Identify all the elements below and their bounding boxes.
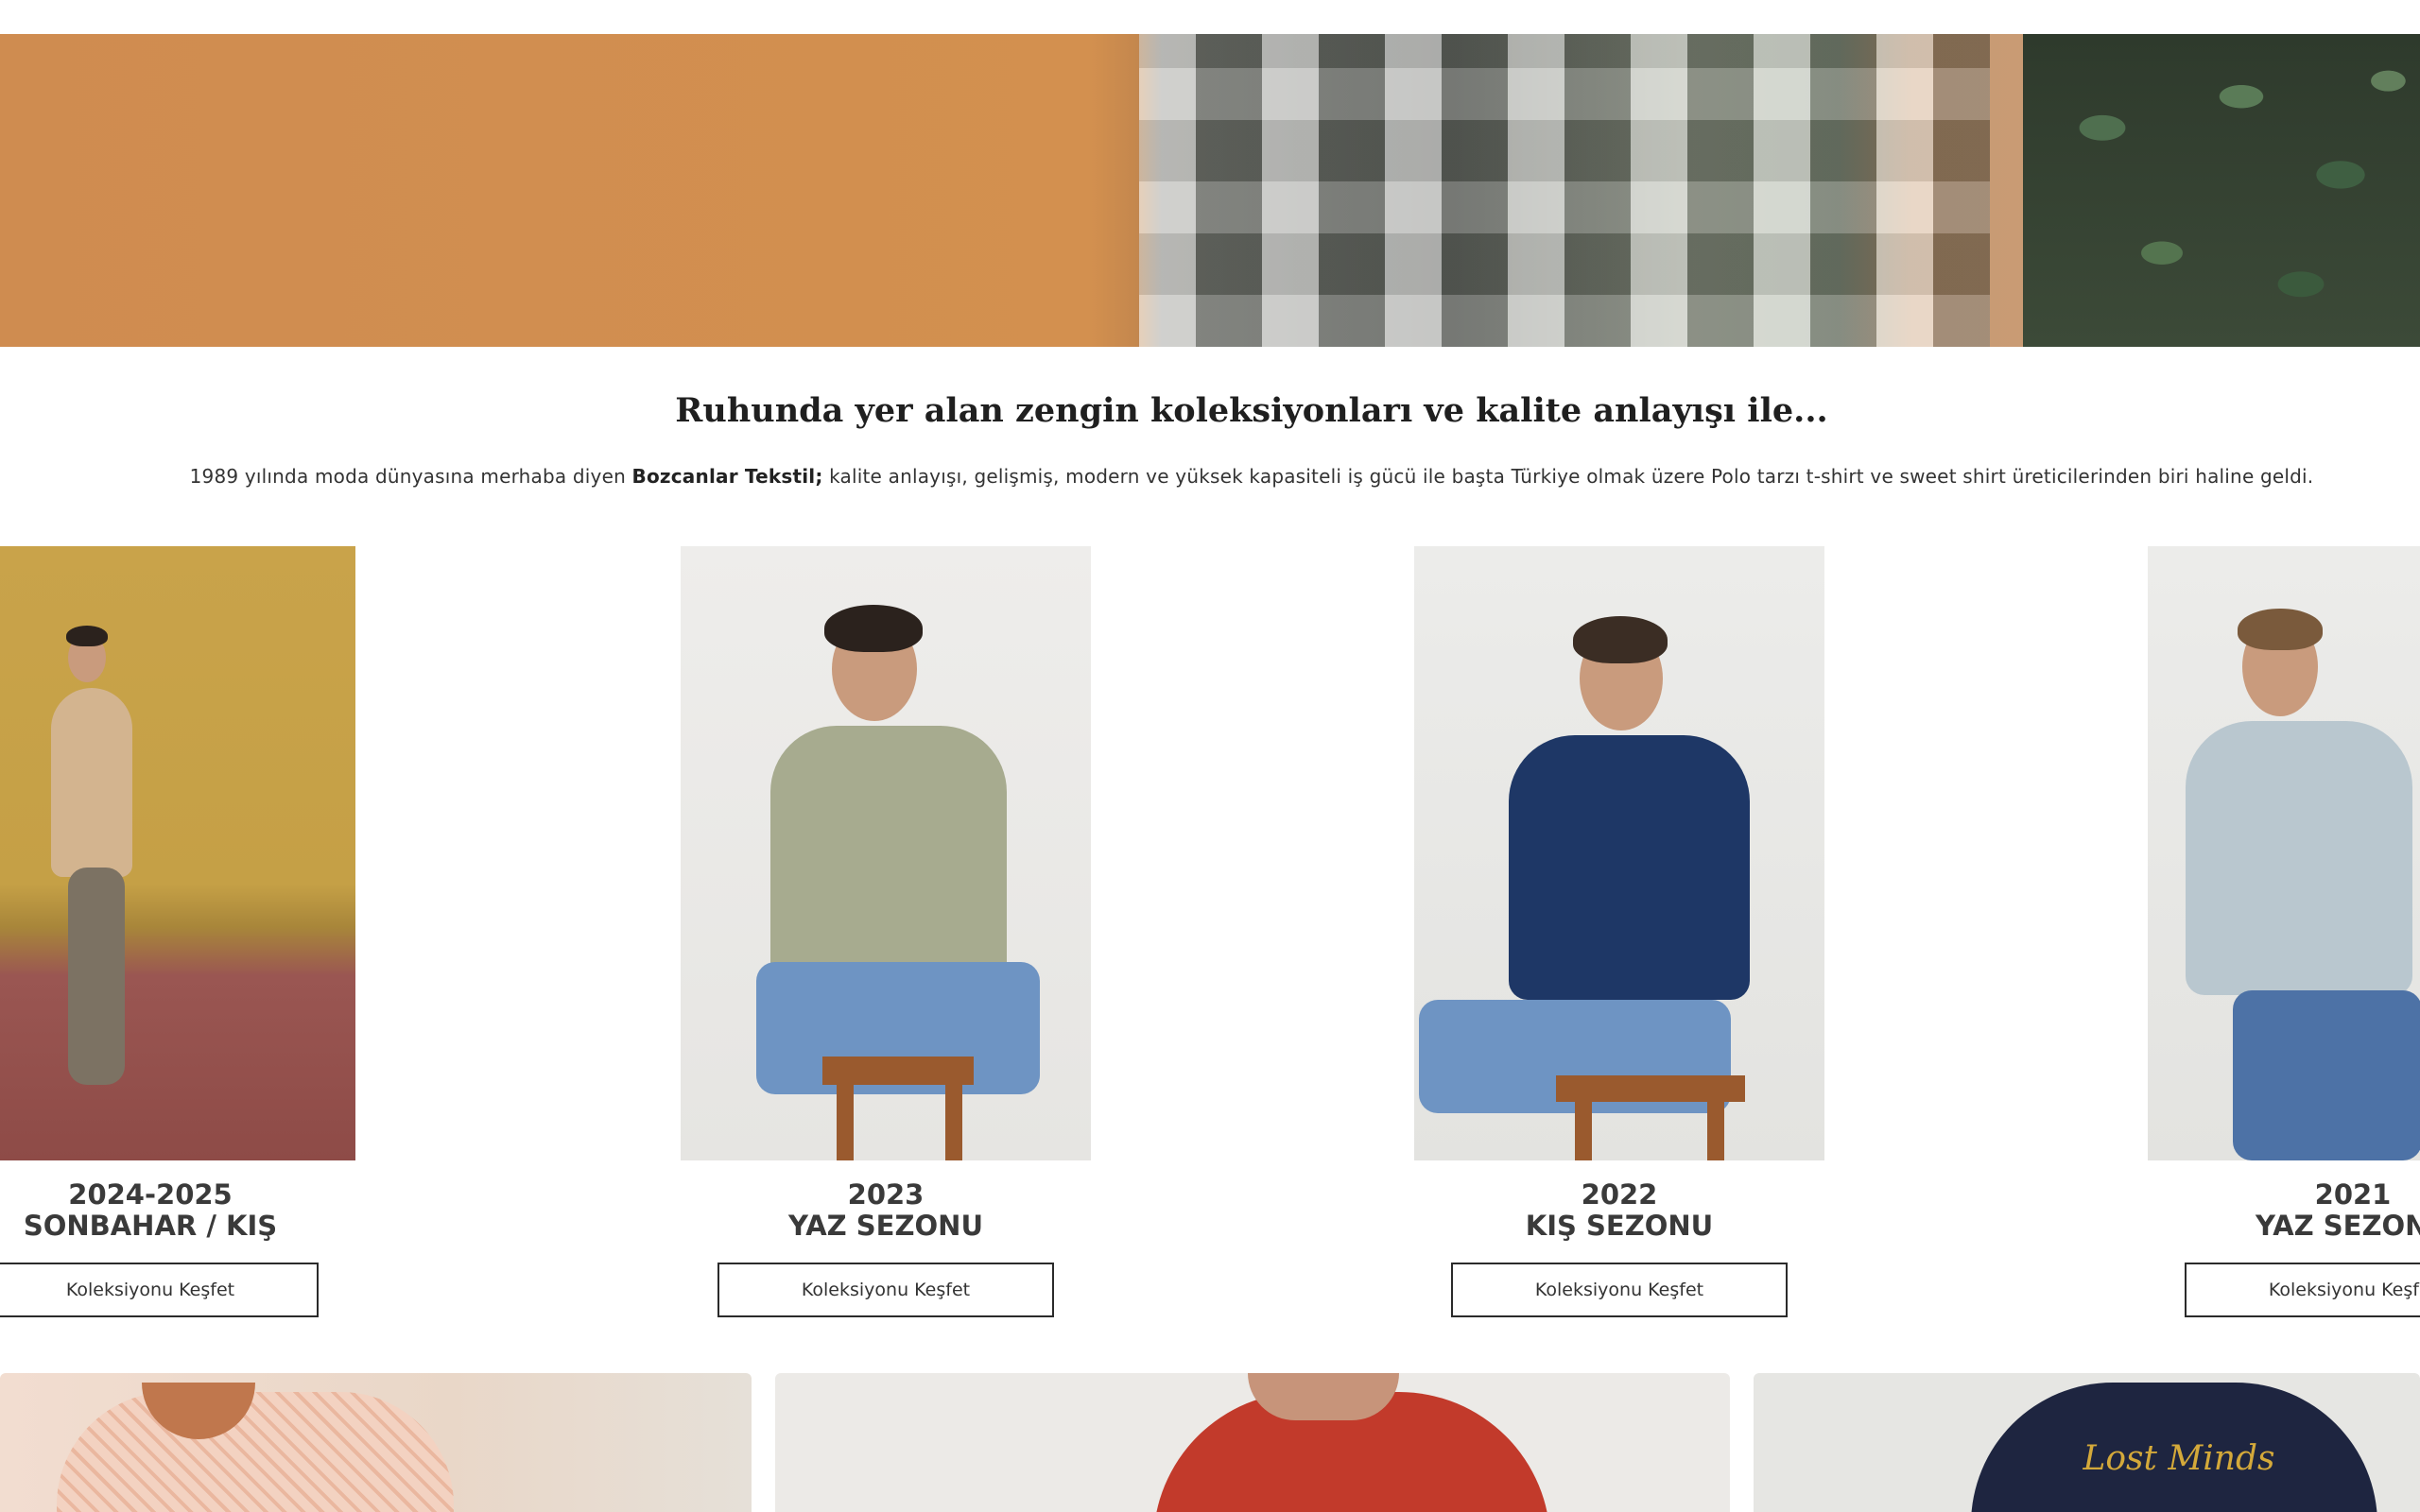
- collection-year: 2021: [2314, 1178, 2392, 1211]
- featured-tile-1[interactable]: [0, 1373, 752, 1512]
- collection-season: SONBAHAR / KIŞ: [23, 1210, 278, 1242]
- intro-text-end: kalite anlayışı, gelişmiş, modern ve yük…: [822, 465, 2314, 488]
- featured-tile-2[interactable]: [775, 1373, 1730, 1512]
- collection-season: YAZ SEZONU: [788, 1210, 983, 1242]
- collection-year: 2022: [1581, 1178, 1658, 1211]
- discover-collection-button[interactable]: Koleksiyonu Keşfet: [717, 1263, 1054, 1317]
- collection-title: 2022 KIŞ SEZONU: [1414, 1179, 1824, 1242]
- collection-image-2023[interactable]: [681, 546, 1091, 1160]
- brand-name: Bozcanlar Tekstil;: [631, 465, 823, 488]
- collection-year: 2024-2025: [68, 1178, 233, 1211]
- hero-plant-image: [2023, 34, 2420, 347]
- intro-paragraph: 1989 yılında moda dünyasına merhaba diye…: [0, 465, 2420, 488]
- collection-card-2024-2025: 2024-2025 SONBAHAR / KIŞ Koleksiyonu Keş…: [0, 546, 355, 1317]
- section-heading: Ruhunda yer alan zengin koleksiyonları v…: [675, 391, 1828, 430]
- model-face: [1248, 1373, 1399, 1420]
- collection-image-2024-2025[interactable]: [0, 546, 355, 1160]
- collection-image-2021[interactable]: [2148, 546, 2420, 1160]
- collection-title: 2021 YAZ SEZONU: [2148, 1179, 2420, 1242]
- collection-image-2022[interactable]: [1414, 546, 1824, 1160]
- discover-collection-button[interactable]: Koleksiyonu Keşfet: [1451, 1263, 1788, 1317]
- collection-season: KIŞ SEZONU: [1525, 1210, 1714, 1242]
- hero-plaid-shirt-image: [1139, 34, 1990, 347]
- discover-collection-button[interactable]: Koleksiyonu Keşfet: [2185, 1263, 2420, 1317]
- featured-tile-3[interactable]: Lost Minds: [1754, 1373, 2420, 1512]
- collection-title: 2023 YAZ SEZONU: [681, 1179, 1091, 1242]
- tshirt-graphic-text: Lost Minds: [2083, 1439, 2275, 1478]
- collection-season: YAZ SEZONU: [2256, 1210, 2420, 1242]
- collection-card-2023: 2023 YAZ SEZONU Koleksiyonu Keşfet: [681, 546, 1091, 1317]
- collection-year: 2023: [847, 1178, 925, 1211]
- patterned-shirt-image: [57, 1392, 454, 1512]
- intro-text-start: 1989 yılında moda dünyasına merhaba diye…: [189, 465, 632, 488]
- discover-collection-button[interactable]: Koleksiyonu Keşfet: [0, 1263, 319, 1317]
- collection-card-2021: 2021 YAZ SEZONU Koleksiyonu Keşfet: [2148, 546, 2420, 1317]
- collection-card-2022: 2022 KIŞ SEZONU Koleksiyonu Keşfet: [1414, 546, 1824, 1317]
- hero-banner: [0, 34, 2420, 347]
- collection-title: 2024-2025 SONBAHAR / KIŞ: [0, 1179, 355, 1242]
